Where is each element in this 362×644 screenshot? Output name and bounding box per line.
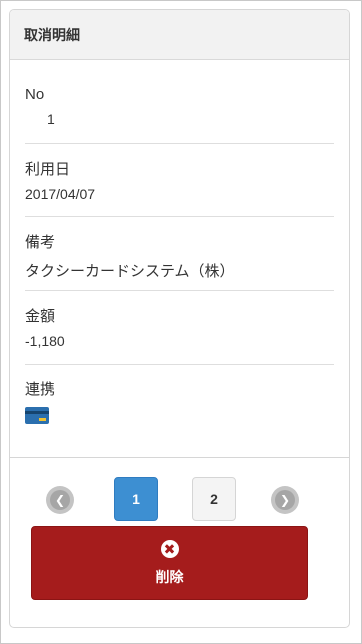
field-date: 利用日 2017/04/07 <box>25 144 334 217</box>
panel-title: 取消明細 <box>10 10 349 60</box>
field-label-no: No <box>25 86 45 103</box>
field-value-no: 1 <box>47 111 55 127</box>
card-chip <box>39 418 46 421</box>
credit-card-icon <box>25 407 49 424</box>
chevron-right-icon: ❯ <box>275 490 295 510</box>
card-stripe <box>25 411 49 414</box>
field-label-link: 連携 <box>25 381 56 398</box>
field-label-date: 利用日 <box>25 161 71 178</box>
delete-button-label: 削除 <box>155 568 184 585</box>
field-label-amount: 金額 <box>25 308 56 325</box>
field-no: No 1 <box>25 60 334 144</box>
page-2-button[interactable]: 2 <box>192 477 236 521</box>
page-prev-button[interactable]: ❮ <box>46 486 74 514</box>
close-icon: ✖ <box>160 539 179 558</box>
page-next-button[interactable]: ❯ <box>271 486 299 514</box>
chevron-left-icon: ❮ <box>50 490 70 510</box>
delete-button[interactable]: ✖ 削除 <box>31 526 308 600</box>
page-1-button[interactable]: 1 <box>114 477 158 521</box>
field-value-amount: -1,180 <box>25 333 65 349</box>
field-value-date: 2017/04/07 <box>25 186 96 202</box>
detail-body: No 1 利用日 2017/04/07 備考 タクシーカードシステム（株） 金額… <box>10 60 349 457</box>
field-value-note: タクシーカードシステム（株） <box>25 263 235 280</box>
field-amount: 金額 -1,180 <box>25 291 334 365</box>
field-label-note: 備考 <box>25 234 56 251</box>
field-link: 連携 <box>25 365 334 457</box>
field-note: 備考 タクシーカードシステム（株） <box>25 217 334 291</box>
